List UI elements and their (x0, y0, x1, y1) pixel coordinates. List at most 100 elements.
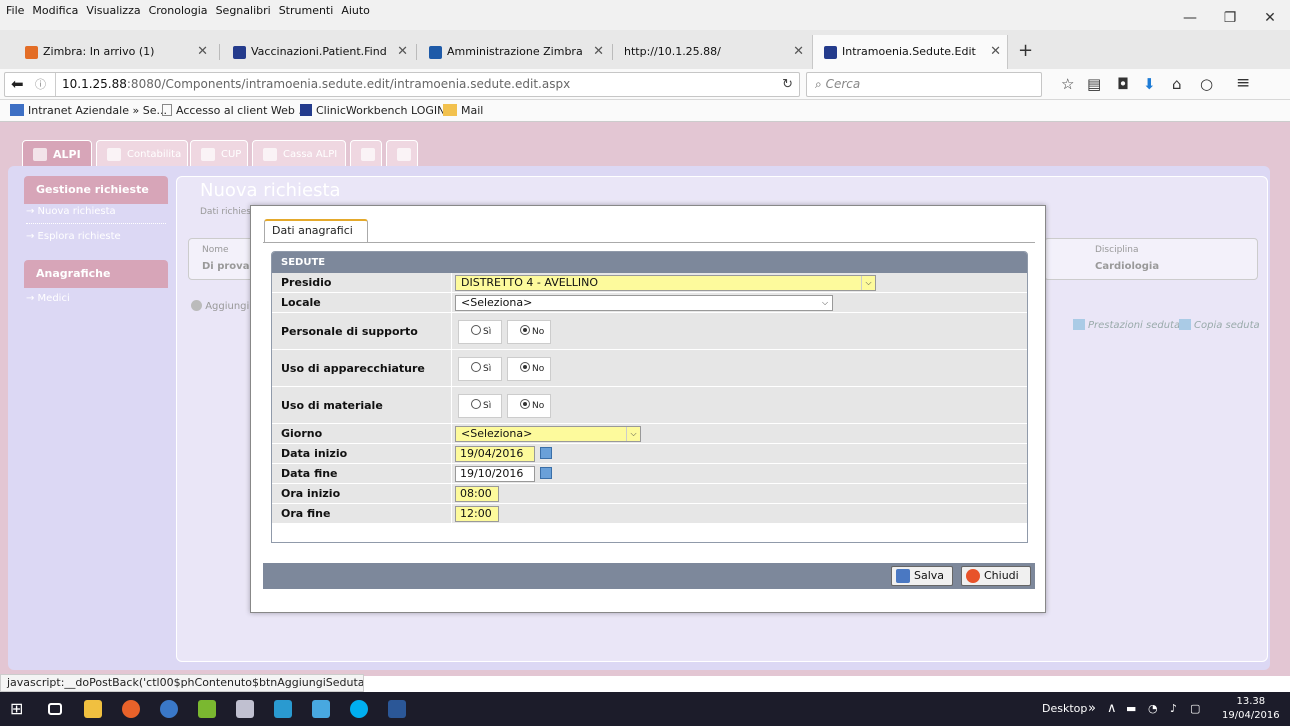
zimbra-icon (25, 46, 38, 59)
personale-radio-no[interactable]: No (507, 320, 551, 344)
copia-seduta-link[interactable]: Copia seduta (1179, 319, 1260, 331)
info-disciplina-box: Disciplina Cardiologia (1044, 238, 1258, 280)
tab-separator (416, 44, 417, 60)
volume-icon[interactable]: ♪ (1170, 692, 1177, 726)
close-tab-icon[interactable]: ✕ (593, 35, 604, 69)
chevron-down-icon: ⌵ (861, 276, 875, 290)
close-tab-icon[interactable]: ✕ (197, 35, 208, 69)
browser-tab-bar: Zimbra: In arrivo (1) ✕ Vaccinazioni.Pat… (0, 30, 1290, 69)
giorno-select[interactable]: <Seleziona> ⌵ (455, 426, 641, 442)
ora-fine-input[interactable]: 12:00 (455, 506, 499, 522)
chevron-down-icon: ⌵ (626, 427, 640, 441)
app-icon[interactable] (198, 700, 216, 718)
close-window-icon[interactable]: ✕ (1250, 0, 1290, 30)
chart-icon (397, 148, 411, 161)
app-icon[interactable] (274, 700, 292, 718)
menu-aiuto[interactable]: Aiuto (337, 0, 374, 22)
app-icon[interactable] (312, 700, 330, 718)
sidebar-item-esplora-richieste[interactable]: → Esplora richieste (26, 231, 121, 242)
data-inizio-input[interactable]: 19/04/2016 (455, 446, 535, 462)
menu-strumenti[interactable]: Strumenti (275, 0, 338, 22)
close-tab-icon[interactable]: ✕ (397, 35, 408, 69)
bookmark-star-icon[interactable]: ☆ (1061, 75, 1074, 93)
notification-icon[interactable]: ▢ (1190, 692, 1200, 726)
close-tab-icon[interactable]: ✕ (990, 35, 1001, 69)
presidio-row: Presidio DISTRETTO 4 - AVELLINO ⌵ (272, 273, 1027, 293)
bookmarks-bar: Intranet Aziendale » Se... Accesso al cl… (0, 100, 1290, 122)
windows-start-icon[interactable]: ⊞ (10, 700, 28, 718)
desktop-label[interactable]: Desktop (1042, 692, 1087, 726)
materiale-radio-no[interactable]: No (507, 394, 551, 418)
close-button[interactable]: Chiudi (961, 566, 1031, 586)
reading-list-icon[interactable]: ▤ (1087, 75, 1101, 93)
app-grid-icon (824, 46, 837, 59)
url-bar[interactable]: ⬅ ⓘ 10.1.25.88:8080/Components/intramoen… (4, 72, 800, 97)
tab-label: Vaccinazioni.Patient.Find (251, 45, 387, 58)
data-fine-input[interactable]: 19/10/2016 (455, 466, 535, 482)
personale-radio-si[interactable]: Sì (458, 320, 502, 344)
firefox-icon[interactable] (122, 700, 140, 718)
add-seduta-link[interactable]: Aggiungi S (191, 300, 259, 312)
minimize-icon[interactable]: — (1170, 0, 1210, 30)
tab-separator (219, 44, 220, 60)
network-icon[interactable]: ▬ (1126, 692, 1136, 726)
bookmark-mail[interactable]: Mail (443, 100, 483, 122)
search-icon: ⌕ (815, 77, 822, 91)
apparecchiature-radio-si[interactable]: Sì (458, 357, 502, 381)
menu-modifica[interactable]: Modifica (28, 0, 82, 22)
calendar-icon[interactable] (540, 467, 552, 479)
close-tab-icon[interactable]: ✕ (793, 35, 804, 69)
materiale-row: Uso di materiale Sì No (272, 387, 1027, 424)
info-icon[interactable]: ⓘ (35, 73, 46, 96)
tray-up-icon[interactable]: ∧ (1107, 692, 1117, 726)
apparecchiature-radio-no[interactable]: No (507, 357, 551, 381)
word-icon[interactable] (388, 700, 406, 718)
tab-zimbra-inbox[interactable]: Zimbra: In arrivo (1) ✕ (14, 35, 214, 69)
tab-amministrazione-zimbra[interactable]: Amministrazione Zimbra ✕ (418, 35, 610, 69)
new-tab-icon[interactable]: + (1018, 40, 1033, 61)
tab-sedute-edit[interactable]: Intramoenia.Sedute.Edit ✕ (812, 35, 1008, 69)
hamburger-menu-icon[interactable]: ≡ (1236, 73, 1250, 93)
reload-icon[interactable]: ↻ (782, 73, 793, 96)
presidio-select[interactable]: DISTRETTO 4 - AVELLINO ⌵ (455, 275, 876, 291)
locale-select[interactable]: <Seleziona> ⌵ (455, 295, 833, 311)
folder-icon (443, 104, 457, 116)
chat-icon[interactable]: ○ (1200, 75, 1213, 93)
bookmark-zimbra-client[interactable]: Accesso al client Web ... (162, 100, 309, 122)
menu-file[interactable]: File (2, 0, 28, 22)
tab-dati-anagrafici[interactable]: Dati anagrafici (264, 219, 368, 243)
file-explorer-icon[interactable] (84, 700, 102, 718)
tab-separator (612, 44, 613, 60)
restore-icon[interactable]: ❐ (1210, 0, 1250, 30)
download-icon[interactable]: ⬇ (1143, 75, 1156, 93)
app-icon[interactable] (160, 700, 178, 718)
disciplina-value: Cardiologia (1095, 261, 1160, 272)
back-icon[interactable]: ⬅ (11, 73, 24, 96)
chevron-icon[interactable]: » (1088, 692, 1096, 726)
app-icon[interactable] (236, 700, 254, 718)
ora-inizio-input[interactable]: 08:00 (455, 486, 499, 502)
tab-vaccinazioni[interactable]: Vaccinazioni.Patient.Find ✕ (222, 35, 414, 69)
menu-segnalibri[interactable]: Segnalibri (212, 0, 275, 22)
task-view-icon[interactable] (48, 703, 62, 715)
home-icon[interactable]: ⌂ (1172, 75, 1182, 93)
tab-http-host[interactable]: http://10.1.25.88/ ✕ (614, 35, 810, 69)
bookmark-clinicworkbench[interactable]: ClinicWorkbench LOGIN (300, 100, 445, 122)
sedute-dialog: Dati anagrafici SEDUTE Presidio DISTRETT… (250, 205, 1046, 613)
disciplina-label: Disciplina (1095, 245, 1139, 255)
search-input[interactable]: ⌕ Cerca (806, 72, 1042, 97)
clock[interactable]: 13.38 19/04/2016 (1222, 695, 1280, 723)
materiale-radio-si[interactable]: Sì (458, 394, 502, 418)
prestazioni-seduta-link[interactable]: Prestazioni seduta (1073, 319, 1180, 331)
bookmark-intranet[interactable]: Intranet Aziendale » Se... (10, 100, 167, 122)
skype-icon[interactable] (350, 700, 368, 718)
menu-visualizza[interactable]: Visualizza (82, 0, 144, 22)
menu-cronologia[interactable]: Cronologia (145, 0, 212, 22)
radio-checked-icon (520, 362, 530, 372)
save-button[interactable]: Salva (891, 566, 953, 586)
calendar-icon[interactable] (540, 447, 552, 459)
sidebar-item-medici[interactable]: → Medici (26, 293, 70, 304)
pocket-icon[interactable]: ◘ (1117, 75, 1129, 93)
wifi-icon[interactable]: ◔ (1148, 692, 1158, 726)
sidebar-item-nuova-richiesta[interactable]: → Nuova richiesta (26, 206, 116, 217)
